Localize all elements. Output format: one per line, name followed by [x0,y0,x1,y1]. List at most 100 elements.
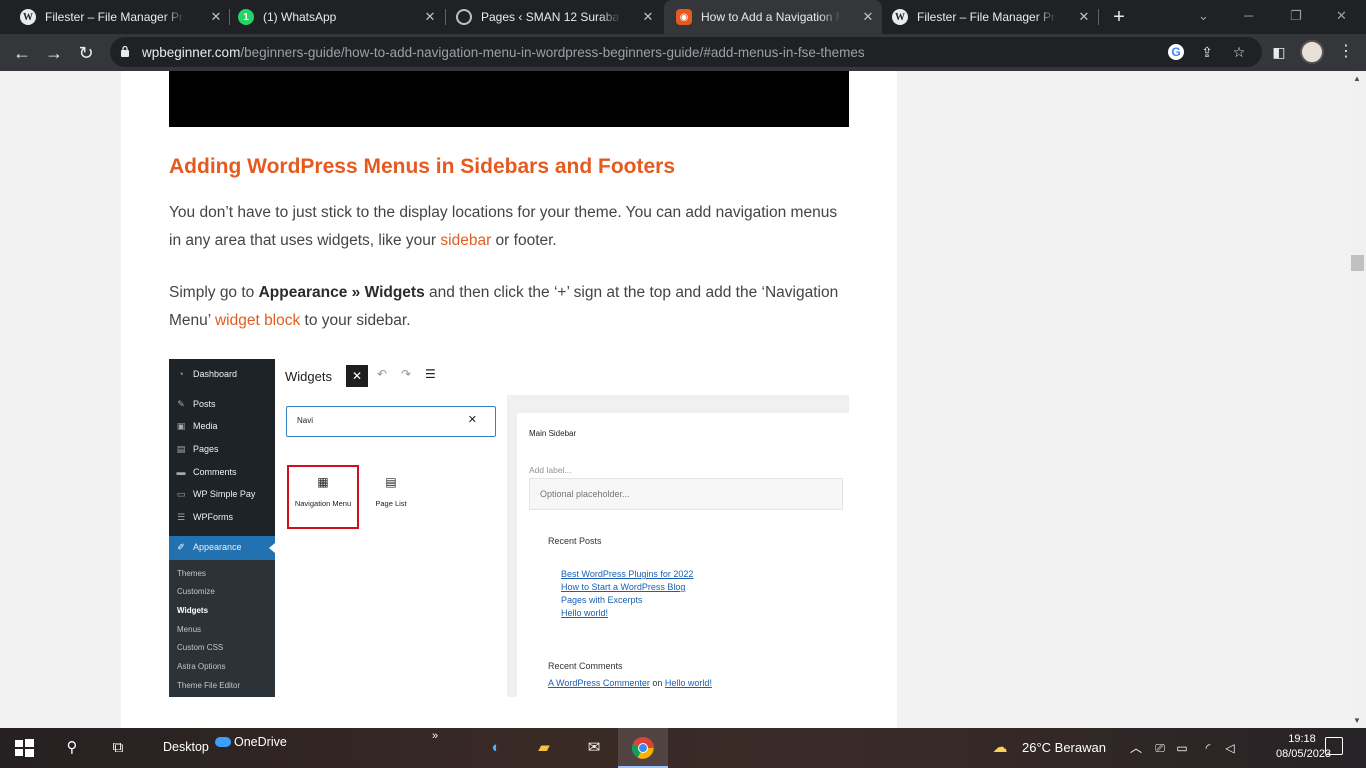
menu-comments: ▬ Comments [175,467,237,477]
menu-label: Posts [193,399,216,409]
forward-arrow-icon[interactable]: → [42,41,66,65]
edge-browser-icon[interactable]: ◐ [484,736,508,760]
pin-icon: ✎ [177,399,185,409]
article-paragraph-2: Simply go to Appearance » Widgets and th… [169,279,849,335]
side-panel-icon[interactable]: ◧ [1270,43,1288,61]
more-menu-icon[interactable]: ⋮ [1338,40,1354,64]
tab-wpbeginner-active[interactable]: ◉ How to Add a Navigation Me ✕ [664,0,882,34]
close-icon[interactable]: ✕ [1076,9,1092,25]
chrome-icon[interactable] [631,736,655,760]
restore-icon[interactable]: ❐ [1290,8,1302,24]
widgets-header-title: Widgets [285,369,332,384]
tab-search-icon[interactable]: ⌄ [1198,8,1209,24]
tab-filester-1[interactable]: W Filester – File Manager Pro Pl ✕ [8,0,230,34]
block-label: Page List [375,499,407,508]
show-hidden-icons-icon[interactable]: ︿ [1124,736,1148,760]
tab-title: Filester – File Manager Pro Pl [45,10,185,24]
share-icon[interactable]: ⇪ [1198,43,1216,61]
browser-tab-strip: W Filester – File Manager Pro Pl ✕ 1 (1)… [0,0,1366,34]
url-text: wpbeginner.com/beginners-guide/how-to-ad… [142,45,865,60]
clock-time: 19:18 [1288,733,1316,745]
submenu-theme-file-editor: Theme File Editor [177,681,241,690]
google-icon[interactable]: G [1168,44,1184,60]
redo-icon: ↷ [401,367,412,381]
menu-label: WP Simple Pay [193,489,256,499]
windows-start-icon[interactable] [12,736,36,760]
file-explorer-icon[interactable]: ▰ [532,736,556,760]
mail-icon[interactable]: ✉ [582,736,606,760]
calendar-icon: ▦ [317,475,329,489]
media-icon: ▣ [176,421,186,431]
minimize-icon[interactable]: ─ [1244,8,1253,23]
new-tab-button[interactable]: + [1108,6,1130,28]
battery-icon[interactable]: ▭ [1170,736,1194,760]
page-scrollbar[interactable]: ▲ ▼ [1349,71,1366,728]
clock-date: 08/05/2023 [1276,748,1332,760]
close-icon[interactable]: ✕ [640,9,656,25]
back-arrow-icon[interactable]: ← [10,41,34,65]
pages-icon: ▤ [176,444,186,454]
wifi-icon[interactable]: ◜ [1196,736,1220,760]
menu-label: Comments [193,467,237,477]
weather-text[interactable]: 26°C Berawan [1022,740,1106,755]
scroll-down-arrow-icon[interactable]: ▼ [1353,716,1361,725]
address-bar[interactable]: wpbeginner.com/beginners-guide/how-to-ad… [110,37,1262,67]
menu-appearance-active: ✐ Appearance [169,536,275,560]
submenu-themes: Themes [177,569,206,578]
url-host: wpbeginner.com [142,45,241,60]
tab-whatsapp[interactable]: 1 (1) WhatsApp ✕ [226,0,444,34]
recent-posts-heading: Recent Posts [548,536,602,546]
onedrive-label[interactable]: OneDrive [234,735,287,749]
recent-comments-heading: Recent Comments [548,661,623,671]
close-icon[interactable]: ✕ [860,9,876,25]
text-run: Simply go to [169,284,259,301]
tab-pages-sman[interactable]: Pages ‹ SMAN 12 Surabaya — ✕ [444,0,662,34]
task-view-icon[interactable]: ⧉ [106,736,130,760]
page-list-block: ▤ Page List [355,465,427,529]
scroll-up-arrow-icon[interactable]: ▲ [1353,74,1361,83]
menu-pages: ▤ Pages [175,444,219,454]
tab-separator [1098,9,1099,25]
notification-center-icon[interactable] [1325,737,1343,755]
meet-now-icon[interactable]: ⎚ [1148,736,1172,760]
menu-label: Media [193,421,218,431]
widget-block-link[interactable]: widget block [215,312,300,329]
wordpress-icon: W [20,9,36,25]
text-run: to your sidebar. [300,312,411,329]
tab-filester-2[interactable]: W Filester – File Manager Pro – ✕ [880,0,1098,34]
section-heading: Adding WordPress Menus in Sidebars and F… [169,155,676,178]
profile-avatar[interactable] [1300,40,1324,64]
dashboard-icon: ◔ [178,369,184,379]
lock-icon [121,45,129,57]
text-run: or footer. [491,232,557,249]
desktop-toolbar-label[interactable]: Desktop [163,740,209,754]
sidebar-link[interactable]: sidebar [440,232,491,249]
reload-icon[interactable]: ↻ [74,41,98,65]
menu-label: Appearance [193,542,242,552]
menu-wp-simple-pay: ▭ WP Simple Pay [175,489,256,499]
video-embed[interactable] [169,71,849,127]
block-inserter-panel: Navi ✕ ▦ Navigation Menu ▤ Page List [275,395,507,697]
toolbar-expand-icon[interactable]: » [432,730,438,742]
windows-taskbar: ⚲ ⧉ Desktop OneDrive » ◐ ▰ ✉ ☁ 26°C Bera… [0,728,1366,768]
submenu-custom-css: Custom CSS [177,643,224,652]
window-close-icon[interactable]: ✕ [1336,8,1347,24]
weather-icon[interactable]: ☁ [988,736,1012,760]
scrollbar-thumb[interactable] [1351,255,1364,271]
globe-icon [456,9,472,25]
search-icon[interactable]: ⚲ [60,736,84,760]
wordpress-icon: W [892,9,908,25]
comment-post-link: Hello world! [664,678,712,688]
menu-dashboard: ◔ Dashboard [175,369,237,379]
comment-icon: ▬ [176,467,186,477]
menu-label: Pages [193,444,219,454]
close-icon[interactable]: ✕ [422,9,438,25]
close-icon[interactable]: ✕ [208,9,224,25]
block-label: Navigation Menu [294,499,352,508]
bookmark-star-icon[interactable]: ☆ [1230,43,1248,61]
undo-icon: ↶ [377,367,388,381]
system-clock[interactable]: 19:18 08/05/2023 [1276,732,1332,762]
volume-icon[interactable]: ◁ [1218,736,1242,760]
submenu-customize: Customize [177,587,215,596]
navigation-menu-block: ▦ Navigation Menu [287,465,359,529]
